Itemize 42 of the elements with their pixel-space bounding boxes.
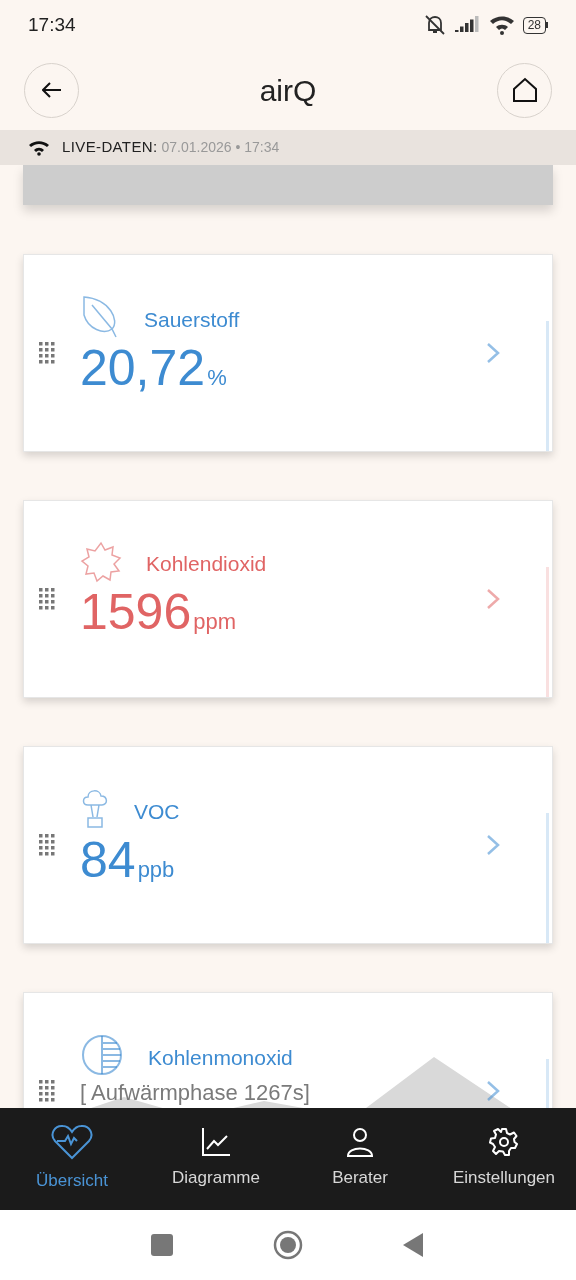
cloud-icon <box>80 787 110 831</box>
nav-tab[interactable]: Übersicht <box>0 1108 144 1210</box>
live-data-label: LIVE-DATEN: <box>62 137 158 158</box>
settings-icon <box>489 1127 519 1158</box>
sensor-name: Sauerstoff <box>144 306 240 333</box>
wifi-icon <box>488 15 515 35</box>
sensor-name: Kohlendioxid <box>146 550 267 577</box>
sensor-card[interactable]: Sauerstoff 20,72% <box>23 254 553 452</box>
reading-value: 1596 ppm <box>80 587 238 638</box>
person-icon <box>346 1127 374 1158</box>
live-timestamp: 07.01.2026 • 17:34 <box>161 138 280 157</box>
nav-tab[interactable]: Diagramme <box>144 1108 288 1210</box>
drag-handle-icon[interactable] <box>39 588 55 610</box>
warmup-note: [ Aufwärmphase 1267s] <box>80 1081 311 1105</box>
sensor-name: Kohlenmonoxid <box>148 1044 293 1071</box>
sensor-card[interactable]: Kohlenmonoxid [ Aufwärmphase 1267s] <box>23 992 553 1108</box>
chevron-right-icon[interactable] <box>486 1080 500 1102</box>
burst-icon <box>80 541 122 583</box>
back-triangle-icon[interactable] <box>403 1233 425 1257</box>
battery-indicator: 28 <box>522 16 548 34</box>
reading-value: 20,72% <box>80 343 228 394</box>
line-chart-icon <box>201 1127 231 1158</box>
drag-handle-icon[interactable] <box>39 342 55 364</box>
half-circle-icon <box>80 1033 124 1077</box>
sensor-card[interactable]: VOC 84 ppb <box>23 746 553 944</box>
muted-bell-icon <box>422 14 447 36</box>
back-icon <box>41 82 62 98</box>
leaf-icon <box>80 295 120 339</box>
home-icon <box>511 77 538 103</box>
sensor-name: VOC <box>134 798 180 825</box>
reading-value: 84 ppb <box>80 835 176 886</box>
signal-icon <box>454 16 481 34</box>
nav-tab[interactable]: Einstellungen <box>432 1108 576 1210</box>
drag-handle-icon[interactable] <box>39 834 55 856</box>
clock: 17:34 <box>28 12 76 37</box>
wifi-icon <box>28 139 50 156</box>
heart-pulse-icon <box>51 1124 93 1161</box>
app-title: airQ <box>259 72 317 109</box>
home-circle-icon[interactable] <box>273 1230 303 1260</box>
drag-handle-icon[interactable] <box>39 1080 55 1102</box>
sensor-card[interactable]: Kohlendioxid 1596 ppm <box>23 500 553 698</box>
nav-tab[interactable]: Berater <box>288 1108 432 1210</box>
